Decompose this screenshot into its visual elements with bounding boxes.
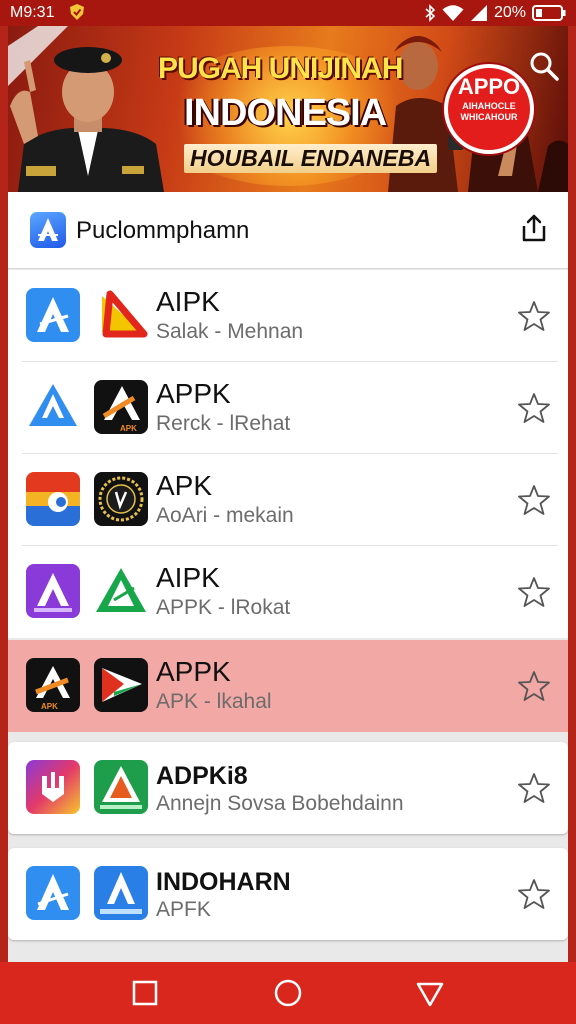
app-subtitle: Salak - Mehnan bbox=[156, 320, 304, 343]
app-header: Puclommphamn bbox=[8, 192, 568, 269]
app-subtitle: Annejn Sovsa Bobehdainn bbox=[156, 792, 404, 815]
system-nav-bar bbox=[0, 962, 576, 1024]
app-subtitle: Rerck - lRehat bbox=[156, 412, 291, 435]
icon-label: APK bbox=[120, 424, 137, 433]
purple-a-icon bbox=[26, 564, 80, 618]
battery-percent: 20% bbox=[493, 4, 526, 21]
banner-title: INDONESIA bbox=[184, 92, 387, 134]
play-arrow-icon bbox=[94, 658, 148, 712]
banner-badge: APPO AIHAHOCLE WHICAHOUR bbox=[444, 64, 534, 154]
app-subtitle: AoAri - mekain bbox=[156, 504, 294, 527]
star-icon[interactable] bbox=[518, 576, 550, 608]
apk-a-blue-icon bbox=[26, 380, 80, 434]
banner-subtitle: HOUBAIL ENDANEBA bbox=[184, 144, 438, 173]
list-item[interactable]: AIPK Salak - Mehnan bbox=[8, 270, 568, 362]
app-name: APPK bbox=[156, 656, 231, 687]
app-name: INDOHARN bbox=[156, 868, 291, 896]
bluetooth-icon bbox=[425, 4, 436, 22]
star-icon[interactable] bbox=[518, 878, 550, 910]
app-subtitle: APPK - lRokat bbox=[156, 596, 291, 619]
app-content: PUGAH UNIJINAH INDONESIA HOUBAIL ENDANEB… bbox=[8, 26, 568, 962]
battery-icon bbox=[532, 5, 566, 21]
black-gold-emblem-icon bbox=[94, 472, 148, 526]
star-icon[interactable] bbox=[518, 670, 550, 702]
star-icon[interactable] bbox=[518, 392, 550, 424]
share-icon[interactable] bbox=[518, 212, 550, 244]
red-triangle-icon bbox=[94, 288, 148, 342]
star-icon[interactable] bbox=[518, 300, 550, 332]
list-item[interactable]: ADPKi8 Annejn Sovsa Bobehdainn bbox=[8, 742, 568, 834]
banner-headline: PUGAH UNIJINAH bbox=[158, 52, 403, 85]
green-a-outline-icon bbox=[94, 564, 148, 618]
recents-square-icon[interactable] bbox=[130, 978, 160, 1008]
icon-label: APK bbox=[41, 702, 58, 711]
green-a-triangle-icon bbox=[94, 760, 148, 814]
status-icons: 20% bbox=[424, 3, 566, 23]
apk-a-blue-icon bbox=[26, 288, 80, 342]
search-icon[interactable] bbox=[526, 48, 562, 84]
app-name: APK bbox=[156, 470, 213, 501]
app-subtitle: APK - lkahal bbox=[156, 690, 272, 713]
list-item[interactable]: APK AoAri - mekain bbox=[8, 454, 568, 546]
app-title: Puclommphamn bbox=[76, 217, 250, 244]
signal-icon bbox=[470, 5, 487, 21]
status-time: M9:31 bbox=[10, 4, 55, 21]
app-name: ADPKi8 bbox=[156, 762, 248, 790]
list-item[interactable]: AIPK APPK - lRokat bbox=[8, 546, 568, 638]
back-triangle-icon[interactable] bbox=[415, 978, 445, 1008]
app-store-a-icon[interactable] bbox=[30, 212, 66, 248]
list-item[interactable]: INDOHARN APFK bbox=[8, 848, 568, 940]
black-a-apk-icon: APK bbox=[26, 658, 80, 712]
colorful-game-icon bbox=[26, 472, 80, 526]
badge-text: AIHAHOCLE WHICAHOUR bbox=[460, 101, 518, 122]
wifi-icon bbox=[442, 5, 464, 21]
app-name: APPK bbox=[156, 378, 231, 409]
apk-a-blue-icon bbox=[26, 866, 80, 920]
star-icon[interactable] bbox=[518, 484, 550, 516]
promo-banner[interactable]: PUGAH UNIJINAH INDONESIA HOUBAIL ENDANEB… bbox=[8, 26, 568, 192]
black-a-apk-icon: APK bbox=[94, 380, 148, 434]
list-item-selected[interactable]: APK APPK APK - lkahal bbox=[8, 640, 568, 732]
app-subtitle: APFK bbox=[156, 898, 211, 921]
list-item[interactable]: APK APPK Rerck - lRehat bbox=[8, 362, 568, 454]
home-circle-icon[interactable] bbox=[273, 978, 303, 1008]
app-name: AIPK bbox=[156, 562, 220, 593]
notification-shield-icon bbox=[70, 4, 84, 20]
gradient-hand-icon bbox=[26, 760, 80, 814]
star-icon[interactable] bbox=[518, 772, 550, 804]
badge-title: APPO bbox=[457, 74, 521, 99]
officer-portrait-image bbox=[8, 26, 164, 192]
app-name: AIPK bbox=[156, 286, 220, 317]
apk-a-blue-icon bbox=[94, 866, 148, 920]
status-bar: M9:31 20% bbox=[0, 0, 576, 26]
